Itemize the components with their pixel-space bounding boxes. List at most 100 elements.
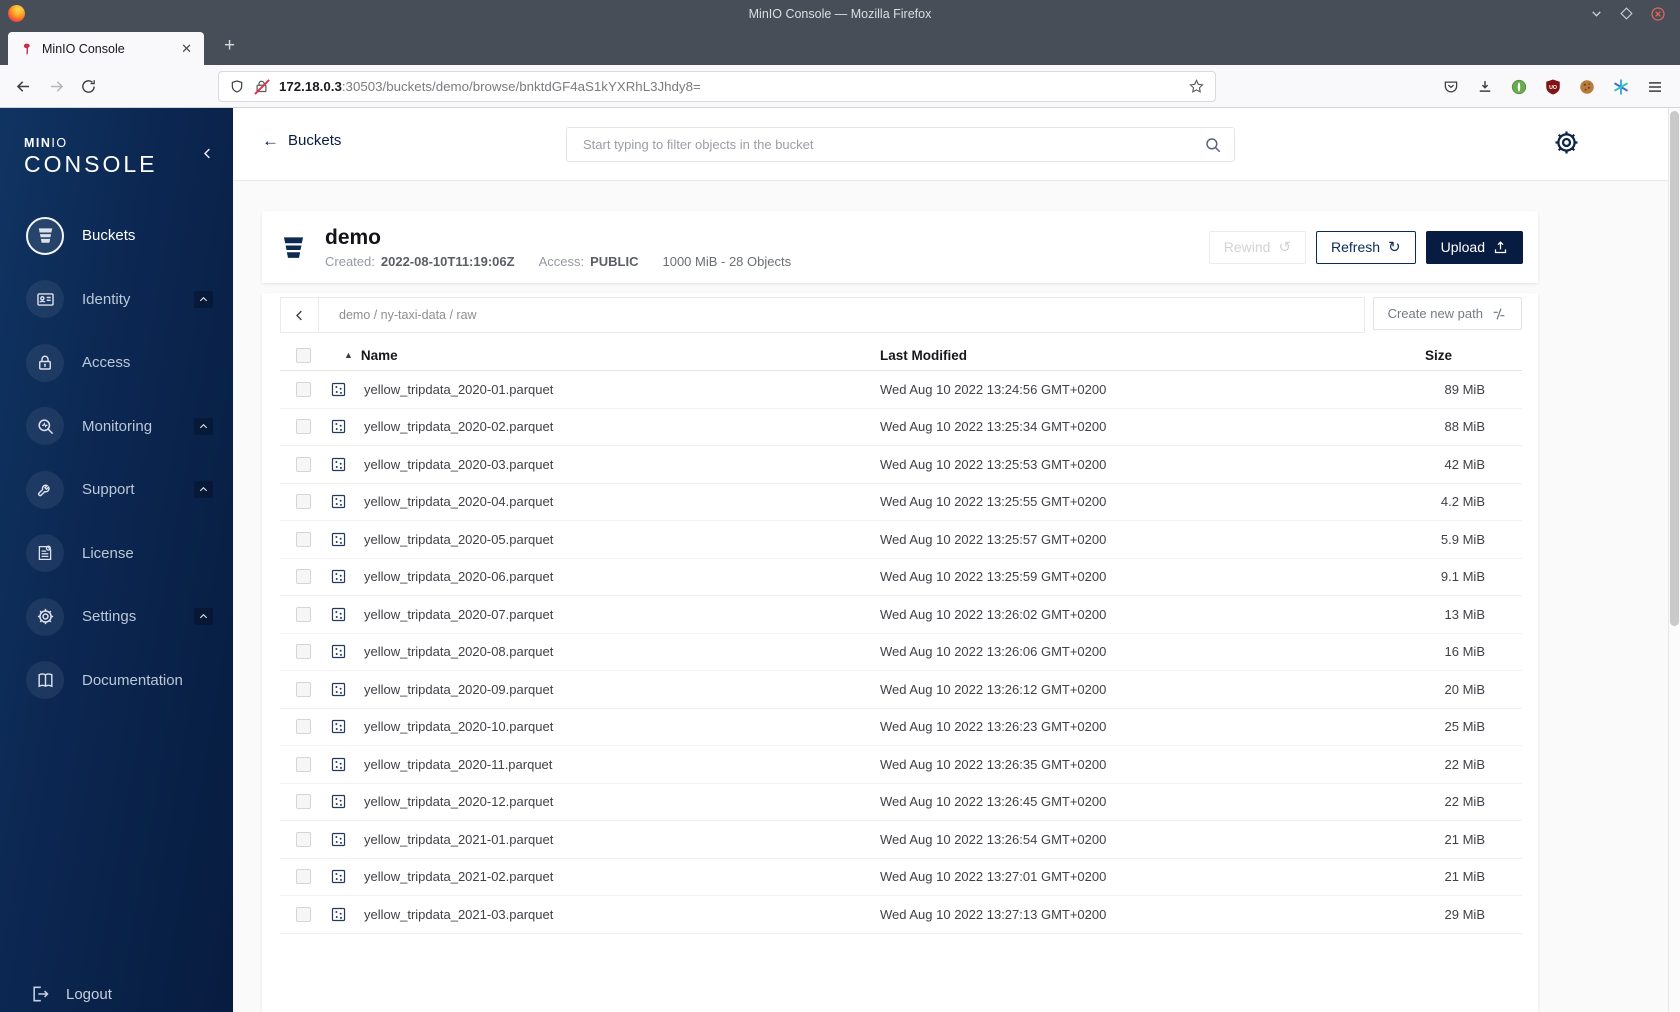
row-checkbox[interactable] (296, 681, 311, 697)
table-row[interactable]: yellow_tripdata_2021-03.parquet Wed Aug … (280, 896, 1522, 934)
sidebar-item-documentation[interactable]: Documentation (0, 649, 233, 713)
create-new-path-button[interactable]: Create new path (1372, 297, 1522, 330)
table-row[interactable]: yellow_tripdata_2020-11.parquet Wed Aug … (280, 746, 1522, 784)
object-file-icon (330, 606, 358, 623)
url-bar[interactable]: 172.18.0.3:30503/buckets/demo/browse/bnk… (218, 71, 1216, 102)
menu-hamburger-icon[interactable] (1646, 78, 1664, 96)
object-name: yellow_tripdata_2020-06.parquet (364, 569, 554, 585)
tab-title: MinIO Console (42, 41, 125, 56)
sidebar-collapse-icon[interactable] (200, 146, 215, 161)
pocket-icon[interactable] (1442, 78, 1460, 96)
row-checkbox[interactable] (296, 531, 311, 547)
new-tab-button[interactable]: + (218, 35, 241, 57)
url-host: 172.18.0.3 (279, 79, 342, 94)
search-input[interactable] (567, 137, 1204, 152)
tracking-shield-icon[interactable] (229, 79, 245, 95)
sidebar-item-logout[interactable]: Logout (30, 984, 112, 1004)
chevron-up-icon[interactable] (194, 290, 213, 308)
cookie-extension-icon[interactable] (1578, 78, 1596, 96)
refresh-button[interactable]: Refresh ↻ (1316, 230, 1416, 264)
object-last-modified: Wed Aug 10 2022 13:26:02 GMT+0200 (880, 606, 1107, 622)
reload-icon[interactable] (80, 78, 97, 95)
row-checkbox[interactable] (296, 906, 311, 922)
column-header-name[interactable]: ▲ Name (330, 348, 880, 363)
object-name: yellow_tripdata_2020-05.parquet (364, 531, 554, 547)
scrollbar-thumb[interactable] (1670, 111, 1679, 626)
upload-button[interactable]: Upload (1425, 230, 1523, 264)
path-back-chevron-icon[interactable] (281, 298, 319, 332)
table-row[interactable]: yellow_tripdata_2020-02.parquet Wed Aug … (280, 409, 1522, 446)
sidebar-item-monitoring[interactable]: Monitoring (0, 395, 233, 459)
select-all-checkbox[interactable] (296, 347, 311, 363)
table-row[interactable]: yellow_tripdata_2020-03.parquet Wed Aug … (280, 446, 1522, 484)
settings-gear-icon[interactable] (1553, 129, 1580, 156)
sidebar-item-license[interactable]: License (0, 522, 233, 586)
current-path: demo / ny-taxi-data / raw (339, 308, 477, 322)
ublock-icon[interactable]: UO (1544, 78, 1562, 96)
sidebar-item-access[interactable]: Access (0, 331, 233, 395)
logout-label: Logout (66, 985, 112, 1003)
object-file-icon (330, 456, 358, 473)
close-window-icon[interactable] (1650, 6, 1666, 22)
row-checkbox[interactable] (296, 569, 311, 585)
container-asterisk-icon[interactable] (1612, 78, 1630, 96)
downloads-icon[interactable] (1476, 78, 1494, 96)
object-file-icon (330, 868, 358, 885)
object-last-modified: Wed Aug 10 2022 13:24:56 GMT+0200 (880, 381, 1107, 397)
rewind-button[interactable]: Rewind ↺ (1208, 230, 1307, 264)
table-row[interactable]: yellow_tripdata_2020-01.parquet Wed Aug … (280, 371, 1522, 409)
chevron-up-icon[interactable] (194, 608, 213, 626)
row-checkbox[interactable] (296, 606, 311, 622)
sidebar-item-support[interactable]: Support (0, 458, 233, 522)
row-checkbox[interactable] (296, 456, 311, 472)
row-checkbox[interactable] (296, 381, 311, 397)
table-row[interactable]: yellow_tripdata_2021-02.parquet Wed Aug … (280, 859, 1522, 896)
object-size: 25 MiB (1444, 719, 1485, 735)
chevron-up-icon[interactable] (194, 481, 213, 499)
forward-icon[interactable] (47, 77, 66, 96)
row-checkbox[interactable] (296, 869, 311, 885)
main-area: ← Buckets demo Created: (233, 108, 1680, 1012)
sidebar-item-identity[interactable]: Identity (0, 268, 233, 332)
tab-minio-console[interactable]: MinIO Console ✕ (8, 32, 204, 65)
sidebar-item-settings[interactable]: Settings (0, 585, 233, 649)
row-checkbox[interactable] (296, 719, 311, 735)
object-last-modified: Wed Aug 10 2022 13:26:06 GMT+0200 (880, 644, 1107, 660)
table-row[interactable]: yellow_tripdata_2020-05.parquet Wed Aug … (280, 521, 1522, 559)
row-checkbox[interactable] (296, 794, 311, 810)
table-row[interactable]: yellow_tripdata_2021-01.parquet Wed Aug … (280, 821, 1522, 859)
back-to-buckets-link[interactable]: ← Buckets (262, 132, 341, 149)
bookmark-star-icon[interactable] (1188, 78, 1205, 95)
maximize-icon[interactable] (1620, 7, 1633, 20)
row-checkbox[interactable] (296, 756, 311, 772)
row-checkbox[interactable] (296, 644, 311, 660)
table-row[interactable]: yellow_tripdata_2020-07.parquet Wed Aug … (280, 596, 1522, 634)
object-file-icon (330, 831, 358, 848)
close-tab-icon[interactable]: ✕ (177, 39, 196, 59)
object-name: yellow_tripdata_2021-02.parquet (364, 869, 554, 885)
row-checkbox[interactable] (296, 494, 311, 510)
back-icon[interactable] (14, 77, 33, 96)
object-file-icon (330, 681, 358, 698)
privacy-badger-icon[interactable] (1510, 78, 1528, 96)
row-checkbox[interactable] (296, 831, 311, 847)
sidebar-item-buckets[interactable]: Buckets (0, 204, 233, 268)
url-text[interactable]: 172.18.0.3:30503/buckets/demo/browse/bnk… (279, 79, 1188, 94)
chevron-up-icon[interactable] (194, 417, 213, 435)
table-row[interactable]: yellow_tripdata_2020-09.parquet Wed Aug … (280, 671, 1522, 709)
table-row[interactable]: yellow_tripdata_2020-04.parquet Wed Aug … (280, 484, 1522, 521)
column-header-size[interactable]: Size (1425, 348, 1526, 363)
table-row[interactable]: yellow_tripdata_2020-08.parquet Wed Aug … (280, 634, 1522, 671)
object-name: yellow_tripdata_2020-10.parquet (364, 719, 554, 735)
column-header-last-modified[interactable]: Last Modified (880, 348, 1425, 363)
table-row[interactable]: yellow_tripdata_2020-10.parquet Wed Aug … (280, 709, 1522, 746)
table-row[interactable]: yellow_tripdata_2020-06.parquet Wed Aug … (280, 559, 1522, 596)
row-checkbox[interactable] (296, 419, 311, 435)
object-file-icon (330, 906, 358, 923)
insecure-lock-icon[interactable] (254, 79, 270, 95)
page-scrollbar[interactable] (1668, 108, 1680, 1012)
table-row[interactable]: yellow_tripdata_2020-12.parquet Wed Aug … (280, 784, 1522, 821)
sort-ascending-icon: ▲ (344, 350, 353, 360)
object-file-icon (330, 381, 358, 398)
minimize-icon[interactable] (1590, 7, 1603, 20)
